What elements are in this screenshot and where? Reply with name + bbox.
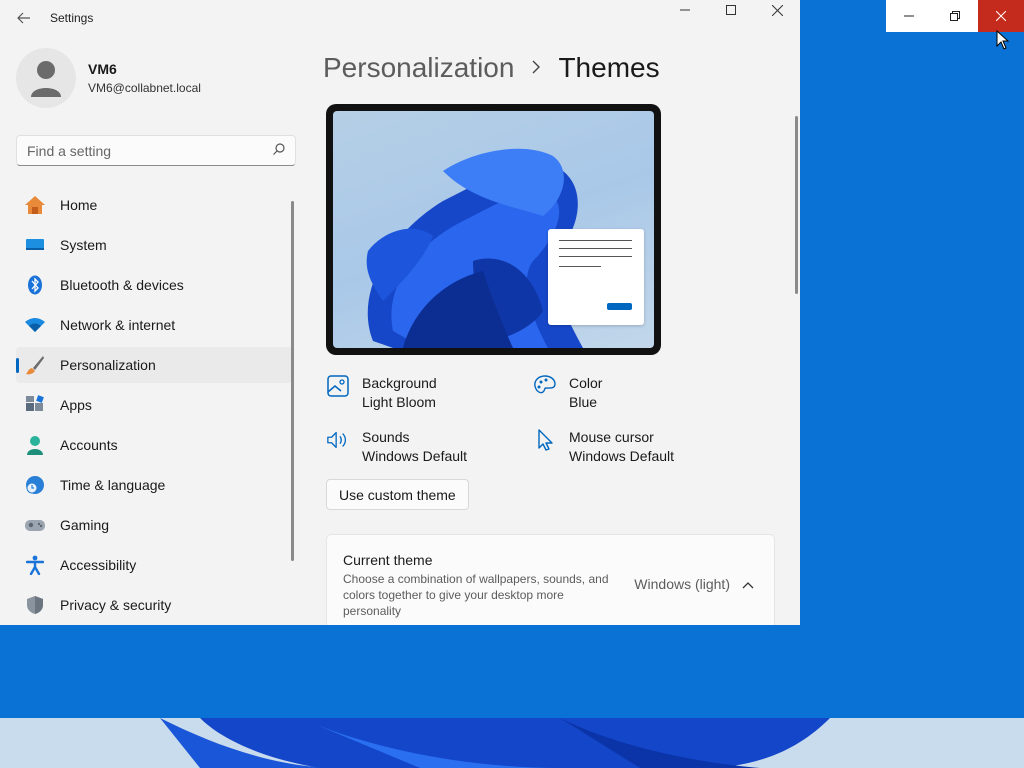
profile-name: VM6: [88, 61, 117, 77]
person-icon: [24, 434, 46, 456]
background-window-titlebar: [886, 0, 1024, 32]
sidebar-item-home[interactable]: Home: [16, 187, 292, 223]
chevron-right-icon: [532, 57, 541, 80]
sidebar: VM6 VM6@collabnet.local Home System: [0, 36, 300, 625]
globe-clock-icon: [24, 474, 46, 496]
sidebar-item-apps[interactable]: Apps: [16, 387, 292, 423]
color-setting[interactable]: Color Blue: [533, 374, 602, 412]
chevron-up-icon[interactable]: [738, 575, 758, 595]
user-profile[interactable]: VM6 VM6@collabnet.local: [16, 48, 201, 108]
gamepad-icon: [24, 514, 46, 536]
person-avatar-icon: [31, 61, 61, 97]
minimize-icon: [904, 15, 914, 17]
sidebar-item-label: Bluetooth & devices: [60, 277, 184, 293]
page-title: Themes: [558, 52, 660, 83]
profile-email: VM6@collabnet.local: [88, 81, 201, 95]
window-controls: [662, 0, 800, 20]
sounds-title: Sounds: [362, 429, 410, 445]
brush-icon: [24, 354, 46, 376]
sidebar-item-gaming[interactable]: Gaming: [16, 507, 292, 543]
mouse-pointer-icon: [996, 30, 1010, 50]
system-icon: [24, 234, 46, 256]
mouse-cursor-title: Mouse cursor: [569, 429, 654, 445]
bg-close-button[interactable]: [978, 0, 1024, 32]
maximize-icon: [726, 5, 736, 15]
shield-icon: [24, 594, 46, 616]
sidebar-item-personalization[interactable]: Personalization: [16, 347, 292, 383]
sidebar-item-time-language[interactable]: Time & language: [16, 467, 292, 503]
use-custom-theme-button[interactable]: Use custom theme: [326, 479, 469, 510]
close-icon: [996, 11, 1006, 21]
sidebar-item-accessibility[interactable]: Accessibility: [16, 547, 292, 583]
mouse-cursor-setting[interactable]: Mouse cursor Windows Default: [533, 428, 674, 466]
current-theme-card[interactable]: Current theme Choose a combination of wa…: [326, 534, 775, 625]
sidebar-item-privacy[interactable]: Privacy & security: [16, 587, 292, 623]
sidebar-nav: Home System Bluetooth & devices Network …: [16, 187, 292, 625]
minimize-icon: [680, 9, 690, 11]
sidebar-scrollbar[interactable]: [291, 201, 294, 561]
image-icon: [326, 374, 350, 398]
sidebar-item-label: Personalization: [60, 357, 156, 373]
speaker-icon: [326, 428, 350, 452]
accessibility-icon: [24, 554, 46, 576]
theme-preview-wallpaper: [333, 111, 654, 348]
bg-restore-button[interactable]: [932, 0, 978, 32]
search-input[interactable]: [27, 142, 273, 159]
close-icon: [771, 4, 783, 16]
desktop-wallpaper: [0, 718, 1024, 768]
sidebar-item-label: Network & internet: [60, 317, 176, 333]
sidebar-item-label: Gaming: [60, 517, 110, 533]
sidebar-item-label: System: [60, 237, 107, 253]
back-button[interactable]: [6, 3, 42, 33]
minimize-button[interactable]: [662, 0, 708, 20]
background-value: Light Bloom: [362, 394, 436, 410]
sidebar-item-label: Home: [60, 197, 98, 213]
maximize-button[interactable]: [708, 0, 754, 20]
main-content: Personalization Themes Background Light …: [300, 36, 800, 625]
sidebar-item-bluetooth[interactable]: Bluetooth & devices: [16, 267, 292, 303]
restore-icon: [950, 11, 960, 21]
current-theme-title: Current theme: [343, 552, 433, 568]
apps-icon: [24, 394, 46, 416]
current-theme-description: Choose a combination of wallpapers, soun…: [343, 572, 609, 618]
main-scrollbar[interactable]: [795, 116, 798, 294]
window-title: Settings: [50, 11, 94, 25]
sounds-setting[interactable]: Sounds Windows Default: [326, 428, 467, 466]
search-box[interactable]: [16, 135, 296, 166]
arrow-left-icon: [17, 12, 30, 24]
sidebar-item-label: Accounts: [60, 437, 118, 453]
titlebar: Settings: [0, 0, 800, 36]
sidebar-item-label: Privacy & security: [60, 597, 172, 613]
color-value: Blue: [569, 394, 598, 410]
breadcrumb: Personalization Themes: [323, 52, 660, 84]
theme-preview: [326, 104, 661, 355]
sidebar-item-label: Apps: [60, 397, 92, 413]
bg-minimize-button[interactable]: [886, 0, 932, 32]
background-setting[interactable]: Background Light Bloom: [326, 374, 437, 412]
avatar: [16, 48, 76, 108]
wifi-icon: [24, 314, 46, 336]
close-button[interactable]: [754, 0, 800, 20]
sidebar-item-label: Time & language: [60, 477, 166, 493]
sidebar-item-label: Accessibility: [60, 557, 137, 573]
sidebar-item-network[interactable]: Network & internet: [16, 307, 292, 343]
sounds-value: Windows Default: [362, 448, 468, 464]
background-title: Background: [362, 375, 437, 391]
search-icon: [273, 143, 285, 158]
breadcrumb-parent[interactable]: Personalization: [323, 52, 514, 84]
home-icon: [24, 194, 46, 216]
sidebar-item-accounts[interactable]: Accounts: [16, 427, 292, 463]
preview-sample-window: [548, 229, 644, 325]
palette-icon: [533, 374, 557, 398]
mouse-cursor-value: Windows Default: [569, 448, 675, 464]
sidebar-item-system[interactable]: System: [16, 227, 292, 263]
current-theme-value: Windows (light): [634, 576, 730, 592]
cursor-icon: [533, 428, 557, 452]
color-title: Color: [569, 375, 603, 391]
bluetooth-icon: [24, 274, 46, 296]
settings-window: Settings VM6 VM6@collabnet.local Find a …: [0, 0, 800, 625]
